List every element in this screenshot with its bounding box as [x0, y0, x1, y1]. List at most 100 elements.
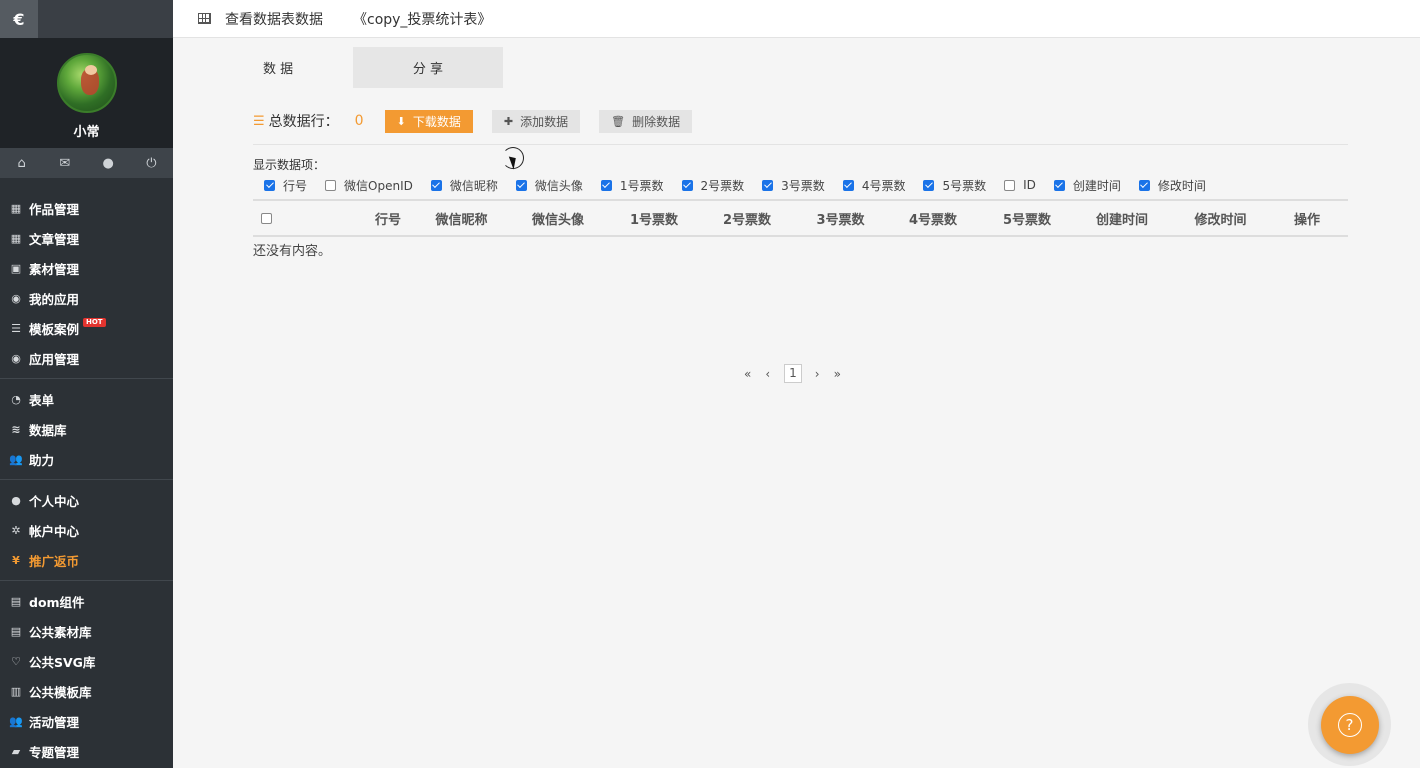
- field-toggle[interactable]: ID: [1004, 178, 1036, 192]
- logo[interactable]: €: [0, 0, 38, 38]
- sidebar-item-label: 文章管理: [29, 231, 80, 247]
- field-label: 微信OpenID: [344, 178, 413, 193]
- delete-data-button[interactable]: 🗑 删除数据: [599, 109, 693, 133]
- field-toggle[interactable]: 创建时间: [1053, 177, 1121, 194]
- app-icon: ◉: [11, 351, 21, 365]
- field-label: 修改时间: [1157, 178, 1206, 193]
- field-label: 3号票数: [781, 178, 825, 193]
- next-page-button[interactable]: ›: [815, 367, 820, 381]
- field-label: 创建时间: [1072, 178, 1121, 193]
- field-toggle[interactable]: 5号票数: [923, 177, 986, 194]
- column-header: 操作: [1293, 212, 1320, 228]
- field-toggle[interactable]: 4号票数: [842, 177, 905, 194]
- users-icon: 👥: [9, 714, 23, 728]
- field-toggle[interactable]: 1号票数: [600, 177, 664, 194]
- page-title: 查看数据表数据: [225, 11, 323, 28]
- pie-icon: ◔: [11, 392, 21, 406]
- sidebar-item[interactable]: ◉ 我的应用: [0, 283, 173, 313]
- sidebar-item[interactable]: ≋ 数据库: [0, 414, 173, 444]
- sidebar-item[interactable]: ▦ 作品管理: [0, 193, 173, 223]
- avatar[interactable]: [56, 53, 117, 113]
- help-button[interactable]: ?: [1320, 695, 1379, 754]
- field-checkbox[interactable]: [681, 179, 693, 191]
- sidebar-item[interactable]: ¥ 推广返币: [0, 545, 173, 575]
- field-checkbox[interactable]: [325, 179, 337, 191]
- first-page-button[interactable]: «: [744, 367, 751, 381]
- sidebar-item[interactable]: ▦ 文章管理: [0, 223, 173, 253]
- sidebar-item[interactable]: ◔ 表单: [0, 384, 173, 414]
- sidebar-item[interactable]: ● 个人中心: [0, 485, 173, 515]
- sidebar-item-label: 推广返币: [29, 553, 80, 569]
- yen-icon: ¥: [12, 553, 20, 567]
- field-toggle[interactable]: 微信头像: [515, 177, 583, 194]
- sidebar-item-label: 应用管理: [29, 351, 80, 367]
- field-toggle[interactable]: 微信OpenID: [325, 177, 413, 194]
- field-label: 5号票数: [942, 178, 987, 193]
- user-icon: ●: [11, 493, 21, 507]
- home-icon[interactable]: ⌂: [0, 148, 43, 178]
- tab-data[interactable]: 数 据: [253, 47, 353, 88]
- field-toggle[interactable]: 行号: [264, 177, 307, 194]
- sidebar-item-label: 公共模板库: [29, 684, 92, 700]
- field-checkbox[interactable]: [1004, 179, 1016, 191]
- sidebar-item[interactable]: ▣ 素材管理: [0, 253, 173, 283]
- mail-icon[interactable]: ✉: [43, 148, 86, 178]
- sidebar-item[interactable]: 👥 助力: [0, 444, 173, 474]
- user-icon[interactable]: ●: [87, 148, 130, 178]
- sidebar-item[interactable]: ♡ 公共SVG库: [0, 646, 173, 676]
- field-checkbox[interactable]: [923, 179, 935, 191]
- add-data-button[interactable]: ✚ 添加数据: [491, 109, 581, 133]
- tab-share[interactable]: 分 享: [353, 47, 503, 88]
- grid-icon: ▦: [10, 231, 22, 245]
- power-icon[interactable]: ⏻: [130, 148, 173, 178]
- field-label: 微信昵称: [449, 178, 498, 193]
- sidebar-item-label: 我的应用: [29, 291, 80, 307]
- sidebar-item[interactable]: ▥ 公共模板库: [0, 676, 173, 706]
- column-header: 1号票数: [629, 212, 679, 228]
- page-number[interactable]: 1: [784, 364, 802, 383]
- select-all-checkbox[interactable]: [261, 212, 272, 224]
- total-rows-count: 0: [354, 113, 364, 129]
- field-toggle[interactable]: 微信昵称: [430, 177, 498, 194]
- download-icon: ⬇: [396, 115, 406, 128]
- sidebar-group: ◔ 表单 ≋ 数据库 👥 助力: [0, 379, 173, 480]
- field-toggle[interactable]: 3号票数: [762, 177, 825, 194]
- table-header: 行号 微信昵称 微信头像 1号票数 2号票数 3号票数 4号票数 5号票数 创建时间 修改时间 操作: [253, 199, 1348, 237]
- sidebar-item[interactable]: ☰ 模板案例 HOT: [0, 313, 173, 343]
- last-page-button[interactable]: »: [834, 367, 841, 381]
- column-header: 修改时间: [1194, 212, 1247, 228]
- field-label: 行号: [283, 178, 308, 193]
- field-checkbox[interactable]: [762, 179, 774, 191]
- field-checkbox[interactable]: [430, 179, 442, 191]
- list-icon: ☰: [11, 321, 21, 335]
- field-toggle[interactable]: 修改时间: [1138, 177, 1206, 194]
- building-icon: ▥: [10, 684, 22, 698]
- field-checkbox[interactable]: [842, 179, 854, 191]
- sidebar-item-label: 数据库: [29, 422, 67, 438]
- download-data-button[interactable]: ⬇ 下载数据: [384, 109, 473, 133]
- sidebar-group: ▦ 作品管理 ▦ 文章管理 ▣ 素材管理 ◉ 我的应用 ☰ 模板案例 HOT ◉ 应用管理: [0, 178, 173, 379]
- sidebar-item[interactable]: ▰ 专题管理: [0, 736, 173, 766]
- sidebar-item[interactable]: ▤ dom组件: [0, 586, 173, 616]
- field-checkbox[interactable]: [1138, 179, 1150, 191]
- list-icon: ☰: [253, 113, 265, 129]
- toolbar: ☰ 总数据行： 0 ⬇ 下载数据 ✚ 添加数据 🗑 删除数据: [253, 109, 1348, 133]
- field-checkbox[interactable]: [515, 179, 527, 191]
- field-checkbox[interactable]: [600, 179, 612, 191]
- prev-page-button[interactable]: ‹: [765, 367, 770, 381]
- briefcase-icon: ▤: [10, 624, 22, 638]
- sidebar-item[interactable]: ✲ 帐户中心: [0, 515, 173, 545]
- sidebar-group: ● 个人中心 ✲ 帐户中心 ¥ 推广返币: [0, 480, 173, 581]
- sidebar-item[interactable]: ▤ 公共素材库: [0, 616, 173, 646]
- add-data-label: 添加数据: [520, 114, 569, 129]
- field-toggle[interactable]: 2号票数: [681, 177, 744, 194]
- field-checkbox[interactable]: [264, 179, 275, 191]
- sidebar-item[interactable]: ◉ 应用管理: [0, 343, 173, 373]
- sidebar: € 小常 ⌂ ✉ ● ⏻ ▦ 作品管理 ▦ 文章管理 ▣ 素材管理 ◉ 我的应用 ☰ 模板案例 HO…: [0, 0, 173, 768]
- column-header: 5号票数: [1002, 212, 1052, 228]
- field-checkbox[interactable]: [1053, 179, 1065, 191]
- divider: [253, 144, 1348, 145]
- sidebar-item[interactable]: 👥 活动管理: [0, 706, 173, 736]
- column-header: 3号票数: [816, 212, 865, 228]
- page-header: 查看数据表数据 《copy_投票统计表》: [173, 0, 1420, 38]
